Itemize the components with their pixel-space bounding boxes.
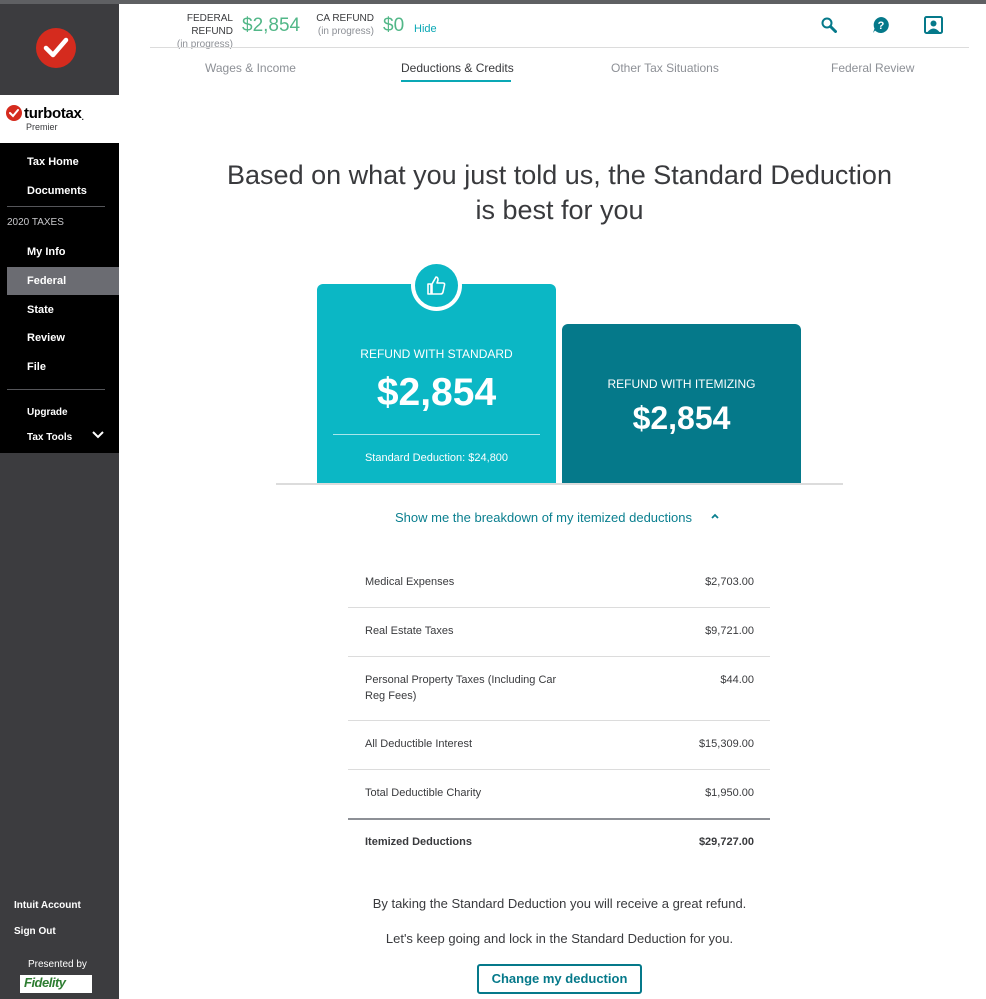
change-deduction-button[interactable]: Change my deduction — [477, 964, 642, 994]
brand-block: turbotax. Premier — [0, 95, 119, 143]
itemizing-refund-label: REFUND WITH ITEMIZING — [607, 377, 756, 391]
logo-block — [0, 4, 119, 95]
window-top-border — [0, 0, 986, 4]
sidebar-item-tax-tools[interactable]: Tax Tools — [27, 432, 72, 443]
row-value: $9,721.00 — [705, 625, 754, 637]
sidebar: turbotax. Premier Tax Home Documents 202… — [0, 4, 119, 999]
lock-in-message: Let's keep going and lock in the Standar… — [385, 931, 734, 946]
total-label: Itemized Deductions — [365, 836, 472, 848]
row-label: Real Estate Taxes — [365, 625, 454, 637]
sidebar-item-my-info[interactable]: My Info — [0, 238, 119, 266]
thumbs-up-badge — [411, 260, 462, 311]
brand-check-icon — [6, 105, 22, 121]
sidebar-nav: Tax Home Documents 2020 TAXES My Info Fe… — [0, 143, 119, 453]
sidebar-section-2020-taxes: 2020 TAXES — [7, 217, 64, 228]
table-row: Total Deductible Charity $1,950.00 — [348, 770, 770, 818]
page-title: Based on what you just told us, the Stan… — [227, 160, 892, 225]
table-row: Real Estate Taxes $9,721.00 — [348, 608, 770, 657]
chevron-down-icon[interactable] — [92, 431, 104, 439]
active-tab-indicator — [401, 80, 511, 82]
fidelity-logo: Fidelity — [20, 975, 92, 993]
help-icon[interactable]: ? — [872, 16, 890, 34]
row-label: Medical Expenses — [365, 576, 455, 588]
search-icon[interactable] — [821, 17, 837, 33]
sidebar-item-documents[interactable]: Documents — [0, 177, 119, 205]
tab-deductions-credits[interactable]: Deductions & Credits — [401, 61, 514, 75]
standard-deduction-message: By taking the Standard Deduction you wil… — [372, 896, 747, 911]
brand-edition: Premier — [26, 122, 58, 132]
tab-federal-review[interactable]: Federal Review — [831, 61, 914, 75]
sidebar-divider — [7, 206, 105, 207]
standard-deduction-note: Standard Deduction: $24,800 — [364, 452, 509, 464]
intuit-account-link[interactable]: Intuit Account — [14, 900, 81, 911]
cards-baseline — [276, 483, 843, 485]
standard-refund-amount: $2,854 — [376, 371, 497, 414]
sign-out-link[interactable]: Sign Out — [14, 926, 56, 937]
sidebar-item-review[interactable]: Review — [0, 324, 119, 352]
table-row: Medical Expenses $2,703.00 — [348, 559, 770, 608]
breakdown-toggle-link[interactable]: Show me the breakdown of my itemized ded… — [395, 510, 692, 525]
itemizing-refund-amount: $2,854 — [632, 400, 731, 436]
thumbs-up-icon — [427, 276, 446, 295]
itemized-breakdown-table: Medical Expenses $2,703.00 Real Estate T… — [348, 559, 770, 867]
sidebar-divider — [7, 389, 105, 390]
table-row: All Deductible Interest $15,309.00 — [348, 721, 770, 770]
table-row: Personal Property Taxes (Including Car R… — [348, 657, 770, 721]
row-label: Personal Property Taxes (Including Car R… — [365, 674, 557, 702]
total-value: $29,727.00 — [698, 836, 754, 848]
brand-name: turbotax. — [24, 105, 84, 122]
itemizing-refund-card: REFUND WITH ITEMIZING $2,854 — [562, 324, 801, 484]
row-value: $1,950.00 — [705, 787, 754, 799]
ca-refund-label: CA REFUND (in progress) — [316, 13, 374, 37]
row-label: All Deductible Interest — [365, 738, 472, 750]
hide-refund-link[interactable]: Hide — [414, 23, 437, 35]
presented-by-label: Presented by — [28, 959, 87, 970]
row-value: $2,703.00 — [705, 576, 754, 588]
header-divider — [150, 47, 969, 48]
card-divider — [333, 434, 540, 435]
standard-refund-card: REFUND WITH STANDARD $2,854 Standard Ded… — [317, 284, 556, 484]
sidebar-item-tax-home[interactable]: Tax Home — [0, 148, 119, 176]
chevron-up-icon[interactable] — [710, 512, 720, 520]
tab-other-tax-situations[interactable]: Other Tax Situations — [611, 61, 719, 75]
profile-icon[interactable] — [924, 16, 943, 34]
svg-text:?: ? — [878, 20, 885, 32]
tab-wages-income[interactable]: Wages & Income — [205, 61, 296, 75]
row-label: Total Deductible Charity — [365, 787, 482, 799]
row-value: $44.00 — [720, 674, 754, 686]
sidebar-item-state[interactable]: State — [0, 296, 119, 324]
sidebar-item-upgrade[interactable]: Upgrade — [27, 407, 68, 418]
federal-refund-label: FEDERAL REFUND (in progress) — [176, 13, 233, 50]
row-value: $15,309.00 — [698, 738, 754, 750]
standard-refund-label: REFUND WITH STANDARD — [360, 347, 513, 361]
turbotax-logo-icon[interactable] — [36, 28, 76, 68]
sidebar-item-federal[interactable]: Federal — [7, 267, 119, 295]
federal-refund-amount: $2,854 — [242, 15, 301, 36]
ca-refund-amount: $0 — [383, 15, 405, 36]
sidebar-item-file[interactable]: File — [0, 353, 119, 381]
table-total-row: Itemized Deductions $29,727.00 — [348, 818, 770, 867]
